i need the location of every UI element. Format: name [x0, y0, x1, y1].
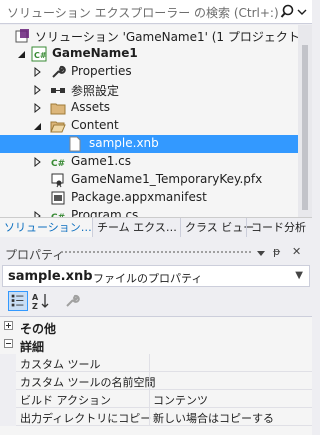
expand-plus-icon[interactable]: [4, 321, 13, 330]
property-key: ビルド アクション: [20, 394, 111, 407]
title-grip: [60, 250, 252, 255]
tree-item-project[interactable]: C# GameName1: [0, 45, 298, 63]
close-icon[interactable]: ✕: [292, 245, 301, 258]
expanded-arrow-icon[interactable]: [33, 120, 43, 132]
tab-solution-explorer[interactable]: ソリューション…: [0, 218, 92, 237]
property-row-build-action[interactable]: ビルド アクション コンテンツ: [0, 390, 312, 408]
svg-text:C#: C#: [51, 159, 65, 169]
category-advanced[interactable]: 詳細: [0, 336, 312, 354]
solution-explorer-search[interactable]: ソリューション エクスプローラー の検索 (Ctrl+:): [0, 0, 312, 24]
object-selector[interactable]: sample.xnb ファイルのプロパティ ▼: [2, 265, 310, 287]
window-dropdown-icon[interactable]: [256, 248, 266, 258]
tab-team-explorer[interactable]: チーム エクス…: [92, 218, 180, 237]
tree-item-temporary-key[interactable]: GameName1_TemporaryKey.pfx: [0, 171, 298, 189]
property-key: カスタム ツール: [20, 358, 101, 371]
tree-item-package-manifest[interactable]: Package.appxmanifest: [0, 189, 298, 207]
solution-tree[interactable]: ソリューション 'GameName1' (1 プロジェクト) C# GameNa…: [0, 25, 298, 217]
csharp-file-icon: C#: [51, 159, 65, 169]
tree-scrollbar[interactable]: [298, 25, 312, 217]
tab-code-analysis[interactable]: コード分析: [246, 218, 312, 237]
property-pages-wrench-icon[interactable]: [62, 291, 82, 311]
properties-title-bar: プロパティ ᵽ ✕: [0, 243, 312, 263]
references-icon: [51, 88, 65, 93]
selected-object-name: sample.xnb: [8, 269, 93, 284]
property-row-custom-tool-namespace[interactable]: カスタム ツールの名前空間: [0, 372, 312, 390]
selected-object-kind: ファイルのプロパティ: [93, 272, 203, 285]
folder-icon: [50, 103, 66, 115]
tree-item-properties[interactable]: Properties: [0, 63, 298, 81]
property-row-copy-to-output[interactable]: 出力ディレクトリにコピー 新しい場合はコピーする: [0, 408, 312, 426]
tree-item-references[interactable]: 参照設定: [0, 81, 298, 99]
certificate-icon: [51, 173, 64, 188]
csharp-project-icon: C#: [31, 46, 47, 62]
property-grid[interactable]: その他 詳細 カスタム ツール カスタム ツールの名前空間 ビルド アクション …: [0, 316, 312, 435]
csharp-file-icon: C#: [51, 213, 65, 217]
manifest-icon: [51, 191, 65, 205]
collapse-minus-icon[interactable]: [4, 339, 13, 348]
categorized-view-icon[interactable]: [8, 291, 28, 311]
scrollbar-thumb[interactable]: [302, 45, 308, 210]
properties-title: プロパティ: [5, 248, 65, 262]
svg-text:C#: C#: [34, 51, 47, 60]
collapsed-arrow-icon[interactable]: [33, 156, 43, 168]
search-icon[interactable]: [278, 3, 310, 21]
file-icon: [69, 136, 81, 152]
tree-item-solution[interactable]: ソリューション 'GameName1' (1 プロジェクト): [0, 27, 298, 45]
category-other[interactable]: その他: [0, 318, 312, 336]
tree-item-content[interactable]: Content: [0, 117, 298, 135]
collapsed-arrow-icon[interactable]: [33, 66, 43, 78]
search-input[interactable]: ソリューション エクスプローラー の検索 (Ctrl+:): [7, 4, 279, 21]
pin-icon[interactable]: ᵽ: [273, 245, 280, 258]
tab-class-view[interactable]: クラス ビュー: [180, 218, 254, 237]
expanded-arrow-icon[interactable]: [17, 48, 27, 60]
svg-text:A: A: [32, 293, 39, 302]
collapsed-arrow-icon[interactable]: [33, 210, 43, 217]
svg-text:Z: Z: [32, 302, 38, 311]
solution-icon: [15, 29, 29, 43]
folder-open-icon: [50, 121, 66, 133]
alphabetical-sort-icon[interactable]: A Z: [31, 291, 51, 311]
wrench-icon: [52, 65, 66, 78]
tree-item-sample-xnb[interactable]: sample.xnb: [0, 135, 298, 153]
collapsed-arrow-icon[interactable]: [33, 84, 43, 96]
properties-toolbar: A Z: [0, 288, 312, 314]
property-row-custom-tool[interactable]: カスタム ツール: [0, 354, 312, 372]
property-key: 出力ディレクトリにコピー: [20, 412, 152, 425]
property-key: カスタム ツールの名前空間: [20, 376, 156, 389]
tree-item-program-cs[interactable]: C# Program.cs: [0, 207, 298, 217]
chevron-down-icon[interactable]: ▼: [295, 270, 303, 281]
explorer-tabs: ソリューション… チーム エクス… クラス ビュー コード分析: [0, 217, 312, 238]
tree-item-game1-cs[interactable]: C# Game1.cs: [0, 153, 298, 171]
tree-item-assets[interactable]: Assets: [0, 99, 298, 117]
property-value[interactable]: コンテンツ: [153, 392, 208, 408]
property-value[interactable]: 新しい場合はコピーする: [153, 410, 274, 426]
collapsed-arrow-icon[interactable]: [33, 102, 43, 114]
